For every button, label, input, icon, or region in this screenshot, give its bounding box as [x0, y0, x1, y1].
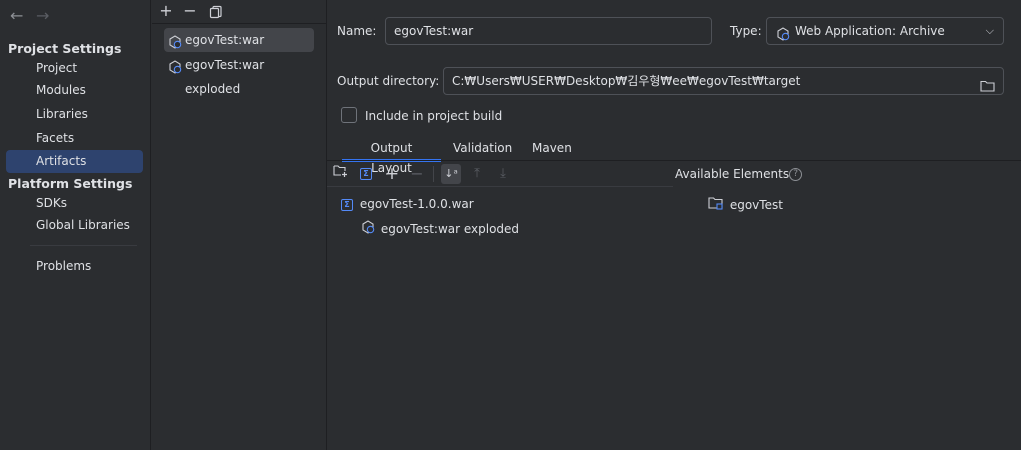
tab-validation[interactable]: Validation — [453, 138, 512, 162]
sort-az-icon: ↓ᵃ — [444, 167, 458, 180]
nav-item-facets[interactable]: Facets — [6, 127, 143, 150]
type-label: Type: — [730, 24, 762, 38]
tab-maven[interactable]: Maven — [532, 138, 572, 162]
tree-node-root[interactable]: Σ egovTest-1.0.0.war — [341, 196, 474, 212]
tab-output-layout[interactable]: Output Layout — [342, 138, 441, 175]
tree-node-label: egovTest-1.0.0.war — [359, 197, 474, 211]
arrow-down-icon: ⤓ — [500, 166, 506, 181]
artifact-label: egovTest:war — [185, 33, 265, 47]
include-in-build-checkbox[interactable] — [341, 107, 357, 123]
create-archive-button[interactable]: Σ — [356, 164, 376, 184]
nav-item-problems[interactable]: Problems — [6, 255, 143, 278]
copy-artifact-button[interactable] — [206, 2, 226, 22]
chevron-down-icon: ⌵ — [985, 24, 994, 37]
available-elements-heading: Available Elements? — [675, 166, 803, 182]
web-artifact-icon — [361, 220, 375, 238]
available-item-label: egovTest — [729, 197, 783, 212]
nav-item-sdks[interactable]: SDKs — [6, 192, 143, 215]
nav-item-modules[interactable]: Modules — [6, 79, 143, 102]
arrow-left-icon[interactable]: ← — [10, 6, 23, 26]
plus-dropdown-icon: + — [384, 164, 400, 184]
archive-icon: Σ — [341, 198, 353, 211]
toolbar-underline — [327, 186, 673, 187]
nav-item-libraries[interactable]: Libraries — [6, 103, 143, 126]
tree-node-child[interactable]: egovTest:war exploded — [361, 220, 519, 238]
artifact-label: egovTest:war exploded — [185, 58, 265, 96]
project-settings-heading: Project Settings — [8, 41, 122, 56]
toolbar-divider — [152, 23, 327, 24]
include-in-build-label: Include in project build — [365, 109, 503, 123]
arrow-right-icon[interactable]: → — [36, 6, 49, 26]
remove-element-button[interactable]: − — [407, 164, 427, 184]
add-artifact-button[interactable]: + — [156, 2, 176, 22]
name-label: Name: — [337, 24, 377, 38]
name-field[interactable]: egovTest:war — [385, 17, 712, 45]
new-folder-icon — [332, 165, 347, 177]
create-directory-button[interactable] — [330, 164, 350, 184]
minus-icon: − — [410, 164, 424, 183]
tree-node-label: egovTest:war exploded — [380, 221, 520, 236]
copy-icon — [209, 5, 222, 19]
arrow-up-icon: ⤒ — [474, 166, 480, 181]
nav-item-artifacts[interactable]: Artifacts — [6, 150, 143, 173]
platform-settings-heading: Platform Settings — [8, 176, 133, 191]
move-down-button[interactable]: ⤓ — [493, 164, 513, 184]
archive-icon: Σ — [360, 167, 372, 180]
web-artifact-icon — [776, 24, 790, 50]
settings-navigation: ← → Project Settings Project Modules Lib… — [0, 0, 151, 450]
artifact-list-pane: + − egovTest:war egovTest:war exploded — [152, 0, 327, 450]
output-directory-field[interactable]: C:₩Users₩USER₩Desktop₩김우형₩ee₩egovTest₩ta… — [443, 67, 1004, 95]
module-folder-icon — [708, 196, 724, 214]
output-directory-label: Output directory: — [337, 74, 440, 88]
add-element-button[interactable]: + — [382, 164, 402, 184]
output-directory-value: C:₩Users₩USER₩Desktop₩김우형₩ee₩egovTest₩ta… — [452, 74, 801, 88]
artifact-item-war[interactable]: egovTest:war — [164, 28, 314, 52]
toolbar-separator — [433, 166, 434, 182]
web-artifact-icon — [168, 58, 182, 82]
remove-artifact-button[interactable]: − — [180, 2, 200, 22]
move-up-button[interactable]: ⤒ — [467, 164, 487, 184]
artifact-item-war-exploded[interactable]: egovTest:war exploded — [164, 53, 314, 96]
artifact-config-pane: Name: egovTest:war Type: Web Application… — [327, 0, 1021, 450]
nav-divider — [30, 245, 137, 246]
nav-item-project[interactable]: Project — [6, 57, 143, 80]
available-item-module[interactable]: egovTest — [708, 196, 783, 214]
sort-elements-button[interactable]: ↓ᵃ — [441, 164, 461, 184]
help-icon[interactable]: ? — [789, 168, 803, 181]
type-value: Web Application: Archive — [795, 24, 945, 38]
type-dropdown[interactable]: Web Application: Archive ⌵ — [766, 17, 1004, 45]
nav-item-global-libraries[interactable]: Global Libraries — [6, 214, 143, 237]
tabs-divider — [327, 160, 1021, 161]
available-elements-label: Available Elements — [675, 167, 790, 181]
folder-browse-icon[interactable] — [980, 75, 995, 101]
